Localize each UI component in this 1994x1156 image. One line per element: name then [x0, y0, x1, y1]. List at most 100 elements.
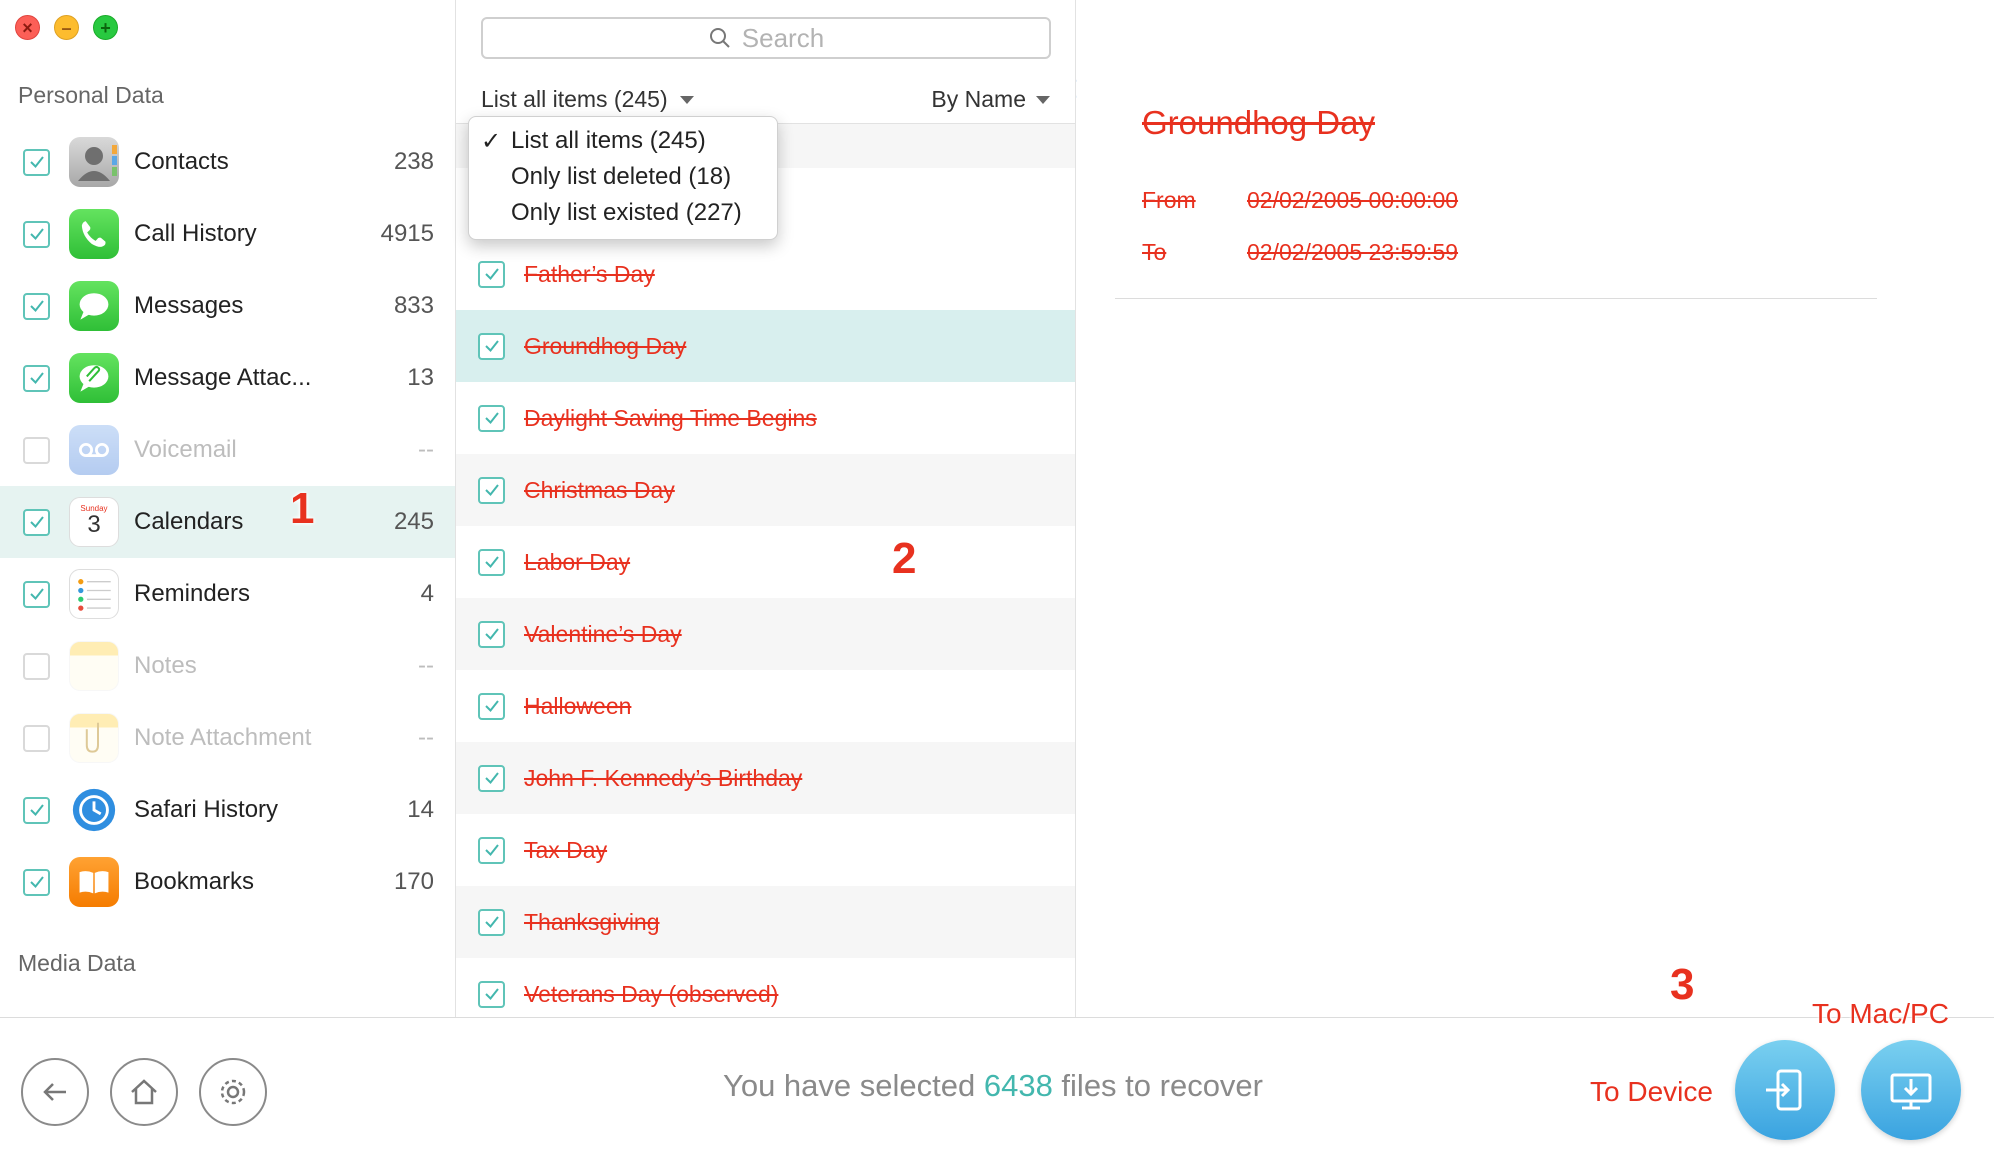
event-to-row: To 02/02/2005 23:59:59	[1142, 239, 1458, 266]
checkbox[interactable]	[23, 148, 50, 176]
chevron-down-icon	[1036, 95, 1050, 104]
event-title: Daylight Saving Time Begins	[524, 404, 817, 431]
checkbox[interactable]	[23, 364, 50, 392]
menu-item-list-all[interactable]: ✓ List all items (245)	[469, 123, 777, 159]
maximize-window-button[interactable]: +	[93, 15, 118, 40]
event-title: Thanksgiving	[524, 908, 660, 935]
event-detail-title: Groundhog Day	[1142, 104, 1375, 141]
to-value: 02/02/2005 23:59:59	[1247, 239, 1459, 265]
sidebar-item-note-attachment[interactable]: Note Attachment --	[0, 702, 455, 774]
status-suffix: files to recover	[1052, 1068, 1264, 1103]
checkbox[interactable]	[23, 724, 50, 752]
contacts-icon	[69, 137, 119, 187]
from-value: 02/02/2005 00:00:00	[1247, 187, 1459, 213]
checkbox[interactable]	[478, 260, 505, 288]
selected-count: 6438	[983, 1068, 1053, 1103]
checkmark-icon: ✓	[481, 127, 502, 155]
list-item[interactable]: Thanksgiving	[456, 886, 1075, 958]
checkbox[interactable]	[478, 908, 505, 936]
sidebar-item-voicemail[interactable]: Voicemail --	[0, 414, 455, 486]
sidebar-item-contacts[interactable]: Contacts 238	[0, 126, 455, 198]
sidebar-item-label: Bookmarks	[134, 868, 255, 895]
event-title: Tax Day	[524, 836, 608, 863]
close-window-button[interactable]: ×	[15, 15, 40, 40]
checkbox[interactable]	[23, 220, 50, 248]
sidebar-item-bookmarks[interactable]: Bookmarks 170	[0, 846, 455, 918]
list-item[interactable]: Groundhog Day	[456, 310, 1075, 382]
checkbox[interactable]	[23, 868, 50, 896]
sidebar-item-count: 238	[393, 148, 434, 175]
list-item[interactable]: Halloween	[456, 670, 1075, 742]
filter-dropdown-menu: ✓ List all items (245) Only list deleted…	[468, 116, 778, 240]
to-mac-pc-button[interactable]	[1861, 1040, 1961, 1140]
back-button[interactable]	[21, 1058, 89, 1126]
filter-dropdown[interactable]: List all items (245)	[481, 86, 694, 113]
step-1-annotation: 1	[290, 484, 315, 533]
event-title: Father’s Day	[524, 260, 655, 287]
checkbox[interactable]	[23, 436, 50, 464]
sidebar-item-label: Notes	[134, 652, 197, 679]
checkbox[interactable]	[478, 836, 505, 864]
event-title: Valentine’s Day	[524, 620, 682, 647]
selection-status: You have selected 6438 files to recover	[723, 1068, 1263, 1104]
checkbox[interactable]	[23, 580, 50, 608]
sidebar-item-label: Reminders	[134, 580, 251, 607]
divider	[1115, 298, 1877, 299]
checkbox[interactable]	[478, 620, 505, 648]
messages-icon	[69, 281, 119, 331]
sidebar-item-calendars[interactable]: Sunday 3 Calendars 245	[0, 486, 455, 558]
event-title: Groundhog Day	[524, 332, 687, 359]
notes-icon	[69, 641, 119, 691]
menu-item-list-deleted[interactable]: Only list deleted (18)	[469, 159, 777, 195]
sidebar-item-reminders[interactable]: Reminders 4	[0, 558, 455, 630]
search-input[interactable]: Search	[481, 17, 1051, 59]
list-item[interactable]: Valentine’s Day	[456, 598, 1075, 670]
checkbox[interactable]	[478, 332, 505, 360]
to-label: To	[1142, 239, 1167, 265]
filter-label: List all items (245)	[481, 86, 668, 112]
attachment-icon	[69, 353, 119, 403]
checkbox[interactable]	[23, 652, 50, 680]
list-item[interactable]: John F. Kennedy’s Birthday	[456, 742, 1075, 814]
sidebar-item-count: --	[418, 724, 434, 751]
sidebar-item-safari-history[interactable]: Safari History 14	[0, 774, 455, 846]
status-prefix: You have selected	[723, 1068, 984, 1103]
window-controls: × – +	[15, 15, 118, 40]
calendar-icon-day: 3	[87, 510, 101, 538]
sidebar-item-call-history[interactable]: Call History 4915	[0, 198, 455, 270]
minimize-window-button[interactable]: –	[54, 15, 79, 40]
list-item[interactable]: Christmas Day	[456, 454, 1075, 526]
sidebar-item-notes[interactable]: Notes --	[0, 630, 455, 702]
chevron-down-icon	[679, 95, 694, 104]
event-title: Christmas Day	[524, 476, 675, 503]
list-item[interactable]: Veterans Day (observed)	[456, 958, 1075, 1017]
menu-item-list-existed[interactable]: Only list existed (227)	[469, 195, 777, 231]
settings-button[interactable]	[199, 1058, 267, 1126]
sort-label: By Name	[931, 86, 1026, 112]
sidebar-item-label: Message Attac...	[134, 364, 312, 391]
checkbox[interactable]	[478, 476, 505, 504]
list-item[interactable]: Daylight Saving Time Begins	[456, 382, 1075, 454]
checkbox[interactable]	[23, 796, 50, 824]
sort-dropdown[interactable]: By Name	[931, 86, 1050, 113]
checkbox[interactable]	[478, 980, 505, 1008]
checkbox[interactable]	[478, 548, 505, 576]
list-item[interactable]: Labor Day	[456, 526, 1075, 598]
checkbox[interactable]	[478, 692, 505, 720]
home-button[interactable]	[110, 1058, 178, 1126]
checkbox[interactable]	[23, 292, 50, 320]
search-placeholder: Search	[741, 22, 825, 53]
to-device-button[interactable]	[1735, 1040, 1835, 1140]
checkbox[interactable]	[478, 764, 505, 792]
list-item[interactable]: Tax Day	[456, 814, 1075, 886]
sidebar-item-message-attachments[interactable]: Message Attac... 13	[0, 342, 455, 414]
voicemail-icon	[69, 425, 119, 475]
to-device-label: To Device	[1590, 1076, 1713, 1107]
list-item[interactable]: Father’s Day	[456, 238, 1075, 310]
checkbox[interactable]	[23, 508, 50, 536]
sidebar-item-count: --	[418, 652, 434, 679]
menu-item-label: List all items (245)	[511, 127, 706, 154]
checkbox[interactable]	[478, 404, 505, 432]
sidebar-item-count: 4	[420, 580, 434, 607]
sidebar-item-messages[interactable]: Messages 833	[0, 270, 455, 342]
